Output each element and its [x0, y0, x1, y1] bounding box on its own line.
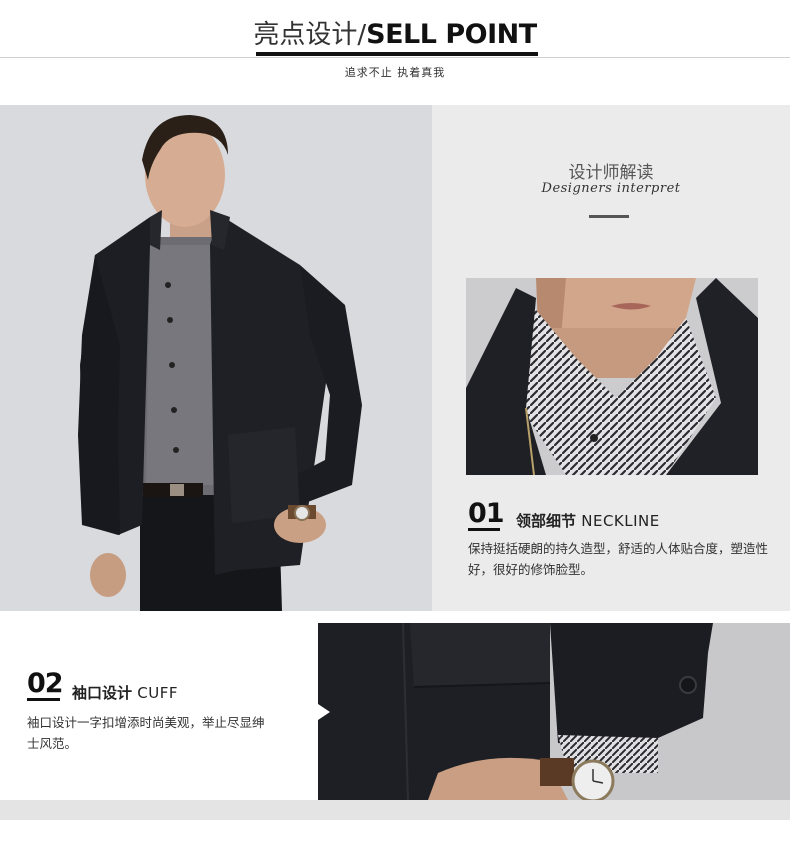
title-underline	[256, 52, 538, 56]
designer-divider	[589, 215, 629, 218]
section-number-02: 02	[27, 668, 64, 699]
title-cn: 亮点设计	[253, 20, 358, 50]
section-title-neckline: 领部细节 NECKLINE	[516, 510, 660, 531]
title-separator: /	[357, 20, 367, 50]
section-number-underline	[27, 698, 60, 701]
section-title-en: CUFF	[137, 684, 178, 702]
hero-model-image	[0, 105, 432, 611]
sell-point-title: 亮点设计/SELL POINT	[0, 14, 790, 51]
section-title-cn: 领部细节	[516, 512, 577, 530]
neckline-detail-image	[466, 278, 758, 475]
section-description-neckline: 保持挺括硬朗的持久造型，舒适的人体贴合度，塑造性好，很好的修饰脸型。	[468, 541, 769, 577]
cuff-detail-image	[318, 623, 790, 800]
arrow-right-icon	[318, 704, 330, 720]
section-title-cn: 袖口设计	[72, 684, 133, 702]
designer-interpret-title: 设计师解读	[568, 163, 654, 183]
section-number-underline	[468, 528, 500, 531]
subtitle-slogan: 追求不止 执着真我	[344, 66, 446, 79]
section-number-01: 01	[468, 498, 505, 529]
section-title-en: NECKLINE	[581, 512, 660, 530]
designer-interpret-subtitle: Designers interpret	[541, 181, 681, 196]
page-header: 亮点设计/SELL POINT 追求不止 执着真我	[0, 0, 790, 105]
section-description-cuff: 袖口设计一字扣增添时尚美观，举止尽显绅士风范。	[27, 715, 265, 751]
footer-divider-band	[0, 800, 790, 820]
section-title-cuff: 袖口设计 CUFF	[72, 682, 178, 703]
title-rule-divider	[0, 57, 790, 58]
title-en: SELL POINT	[366, 19, 537, 50]
footer-spacer	[0, 820, 790, 841]
